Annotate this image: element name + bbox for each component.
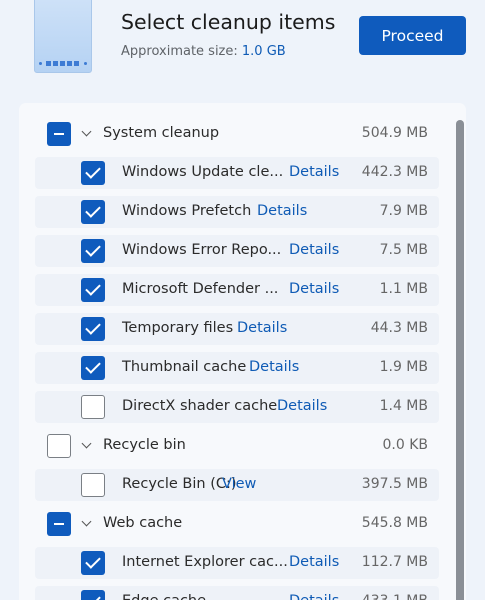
checkbox[interactable] [47,434,71,458]
approximate-size-value: 1.0 GB [241,44,286,59]
item-label: Web cache [103,515,183,531]
checkbox[interactable] [81,317,105,341]
item-size: 7.5 MB [379,242,428,258]
chevron-down-icon[interactable] [81,516,92,527]
item-size: 112.7 MB [361,554,428,570]
details-link[interactable]: Details [277,398,327,414]
cleanup-item-row[interactable]: Windows Prefetch Details 7.9 MB [35,196,439,228]
item-size: 545.8 MB [361,515,428,531]
checkbox[interactable] [81,161,105,185]
details-link[interactable]: Details [289,281,339,297]
item-label: Microsoft Defender ... [122,281,279,297]
drive-slot [46,61,80,66]
details-link[interactable]: Details [237,320,287,336]
scrollbar[interactable] [456,120,464,600]
cleanup-group-row[interactable]: Web cache 545.8 MB [35,508,439,540]
item-label: DirectX shader cache [122,398,278,414]
item-label: System cleanup [103,125,220,141]
details-link[interactable]: Details [249,359,299,375]
chevron-down-icon[interactable] [81,126,92,137]
chevron-down-icon[interactable] [81,438,92,449]
details-link[interactable]: Details [289,554,339,570]
checkbox[interactable] [81,278,105,302]
checkbox[interactable] [81,473,105,497]
details-link[interactable]: Details [289,593,339,600]
checkbox[interactable] [47,122,71,146]
checkbox[interactable] [47,512,71,536]
item-size: 7.9 MB [379,203,428,219]
drive-led-dot [39,62,42,65]
page-title: Select cleanup items [121,10,336,34]
item-label: Windows Prefetch [122,203,252,219]
details-link[interactable]: Details [289,242,339,258]
item-label: Thumbnail cache [122,359,247,375]
cleanup-group-row[interactable]: Recycle bin 0.0 KB [35,430,439,462]
cleanup-item-row[interactable]: Internet Explorer cac... Details 112.7 MB [35,547,439,579]
item-size: 504.9 MB [361,125,428,141]
checkbox[interactable] [81,590,105,600]
checkbox[interactable] [81,200,105,224]
drive-led-dot [84,62,87,65]
details-link[interactable]: Details [289,164,339,180]
item-size: 1.4 MB [379,398,428,414]
item-label: Edge cache [122,593,206,600]
item-size: 433.1 MB [362,593,428,600]
cleanup-item-row[interactable]: Recycle Bin (C:) View 397.5 MB [35,469,439,501]
item-label: Recycle bin [103,437,186,453]
item-size: 442.3 MB [361,164,428,180]
item-size: 0.0 KB [382,437,429,453]
cleanup-item-row[interactable]: Edge cache Details 433.1 MB [35,586,439,600]
proceed-button[interactable]: Proceed [359,16,466,55]
checkbox[interactable] [81,239,105,263]
details-link[interactable]: Details [257,203,307,219]
item-label: Internet Explorer cac... [122,554,288,570]
cleanup-item-row[interactable]: Windows Update cle... Details 442.3 MB [35,157,439,189]
item-label: Recycle Bin (C:) [122,476,237,492]
checkbox[interactable] [81,356,105,380]
cleanup-item-row[interactable]: Microsoft Defender ... Details 1.1 MB [35,274,439,306]
cleanup-item-row[interactable]: Windows Error Repo... Details 7.5 MB [35,235,439,267]
checkbox[interactable] [81,551,105,575]
item-size: 1.9 MB [379,359,428,375]
view-link[interactable]: View [222,476,256,492]
item-size: 44.3 MB [370,320,428,336]
approximate-size: Approximate size: 1.0 GB [121,44,286,59]
approximate-size-label: Approximate size: [121,44,238,59]
checkbox[interactable] [81,395,105,419]
cleanup-item-row[interactable]: Temporary files Details 44.3 MB [35,313,439,345]
cleanup-item-row[interactable]: Thumbnail cache Details 1.9 MB [35,352,439,384]
item-label: Temporary files [122,320,234,336]
item-size: 397.5 MB [361,476,428,492]
scrollbar-thumb[interactable] [456,120,464,600]
item-size: 1.1 MB [379,281,428,297]
item-label: Windows Update cle... [122,164,284,180]
hard-drive-icon [34,0,92,73]
item-label: Windows Error Repo... [122,242,282,258]
cleanup-group-row[interactable]: System cleanup 504.9 MB [35,118,439,150]
cleanup-item-row[interactable]: DirectX shader cache Details 1.4 MB [35,391,439,423]
